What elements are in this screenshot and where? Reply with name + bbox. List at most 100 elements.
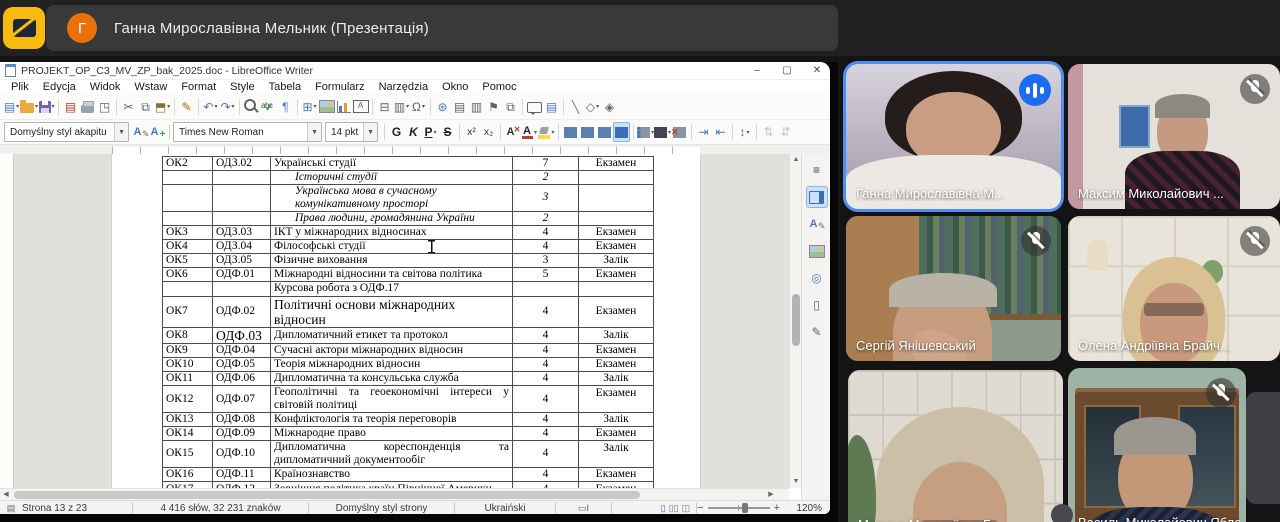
book-view-icon[interactable]: ◫ xyxy=(682,503,691,514)
cut-button[interactable]: ✂ xyxy=(120,97,137,117)
close-button[interactable]: ✕ xyxy=(810,65,824,76)
video-tile-1[interactable]: Ганна Мирославівна М... xyxy=(846,64,1061,209)
menu-item-pomoc[interactable]: Pomoc xyxy=(475,81,523,93)
zoom-in-button[interactable]: + xyxy=(774,502,780,514)
chevron-down-icon[interactable]: ▼ xyxy=(363,123,377,141)
strikethrough-button[interactable]: S xyxy=(439,122,456,142)
new-style-button[interactable] xyxy=(149,122,166,142)
zoom-slider-handle[interactable] xyxy=(742,503,748,513)
print-button[interactable] xyxy=(79,97,96,117)
underline-button[interactable]: P▾ xyxy=(422,122,439,142)
cross-reference-button[interactable]: ⧉ xyxy=(502,97,519,117)
spelling-button[interactable] xyxy=(260,97,277,117)
video-tile-6[interactable]: Василь Миколайович Ябло... xyxy=(1068,368,1246,522)
menu-item-style[interactable]: Style xyxy=(223,81,261,93)
redo-button[interactable]: ↷▾ xyxy=(219,97,236,117)
video-tile-5[interactable]: Марина Миколаївна Бє... xyxy=(848,370,1063,522)
endnote-button[interactable]: ▥ xyxy=(468,97,485,117)
update-style-button[interactable] xyxy=(132,122,149,142)
bullet-list-button[interactable]: ▾ xyxy=(637,122,654,142)
print-preview-button[interactable]: ◳ xyxy=(96,97,113,117)
align-justify-button[interactable] xyxy=(613,122,630,142)
clear-formatting-button[interactable] xyxy=(504,122,521,142)
bookmark-button[interactable]: ⚑ xyxy=(485,97,502,117)
menu-item-narzędzia[interactable]: Narzędzia xyxy=(372,81,436,93)
numbered-list-button[interactable]: ▾ xyxy=(654,122,671,142)
special-character-button[interactable]: Ω▾ xyxy=(410,97,427,117)
sidebar-tab-style-inspector[interactable]: ✎ xyxy=(806,321,828,343)
bold-button[interactable]: G xyxy=(388,122,405,142)
zoom-slider[interactable]: − + xyxy=(697,502,780,514)
presentation-app-badge[interactable] xyxy=(3,7,45,49)
menu-item-tabela[interactable]: Tabela xyxy=(262,81,308,93)
presentation-tile[interactable]: Г Ганна Мирославівна Мельник (Презентаці… xyxy=(46,5,838,51)
menu-item-format[interactable]: Format xyxy=(174,81,223,93)
vertical-scrollbar-thumb[interactable] xyxy=(792,294,800,346)
italic-button[interactable]: K xyxy=(405,122,422,142)
insert-line-button[interactable]: ╲ xyxy=(567,97,584,117)
sidebar-tab-styles[interactable] xyxy=(806,213,828,235)
video-tile-3[interactable]: Сергій Янішевський xyxy=(846,216,1061,361)
window-titlebar[interactable]: PROJEKT_OP_C3_MV_ZP_bak_2025.doc - Libre… xyxy=(0,62,830,80)
align-left-button[interactable] xyxy=(562,122,579,142)
sidebar-tab-sidebar-settings[interactable]: ≡ xyxy=(806,159,828,181)
insert-chart-button[interactable] xyxy=(335,97,352,117)
sidebar-tab-page[interactable]: ▯ xyxy=(806,294,828,316)
track-changes-button[interactable]: ▤ xyxy=(543,97,560,117)
more-tiles-indicator[interactable] xyxy=(1051,504,1073,522)
font-name-combo[interactable]: Times New Roman ▼ xyxy=(173,122,322,142)
subscript-button[interactable]: x₂ xyxy=(480,122,497,142)
zoom-out-button[interactable]: − xyxy=(697,502,703,514)
page-number-status[interactable]: Strona 13 z 23 xyxy=(22,501,132,514)
word-count-status[interactable]: 4 416 słów, 32 231 znaków xyxy=(133,501,308,514)
align-right-button[interactable] xyxy=(596,122,613,142)
menu-item-okno[interactable]: Okno xyxy=(435,81,475,93)
clone-formatting-button[interactable]: ✎ xyxy=(178,97,195,117)
video-tile-2[interactable]: Максим Миколайович ... xyxy=(1068,64,1280,209)
decrease-indent-button[interactable]: ⇤ xyxy=(712,122,729,142)
menu-item-widok[interactable]: Widok xyxy=(83,81,128,93)
menu-item-wstaw[interactable]: Wstaw xyxy=(127,81,174,93)
font-size-combo[interactable]: 14 pkt ▼ xyxy=(325,122,378,142)
footnote-button[interactable]: ▤ xyxy=(451,97,468,117)
menu-item-edycja[interactable]: Edycja xyxy=(36,81,83,93)
insert-textbox-button[interactable] xyxy=(352,97,369,117)
flowchart-shapes-button[interactable]: ◈ xyxy=(601,97,618,117)
insert-field-button[interactable]: ▥▾ xyxy=(393,97,410,117)
increase-indent-button[interactable]: ⇥ xyxy=(695,122,712,142)
multi-page-view-icon[interactable]: ▯▯ xyxy=(669,503,679,514)
chevron-down-icon[interactable]: ▼ xyxy=(307,123,321,141)
font-color-button[interactable]: ▾ xyxy=(521,122,538,142)
zoom-percentage[interactable]: 120% xyxy=(786,501,830,514)
new-document-button[interactable]: ▤▾ xyxy=(3,97,20,117)
sidebar-tab-gallery[interactable] xyxy=(806,240,828,262)
menu-item-plik[interactable]: Plik xyxy=(4,81,36,93)
page-style-status[interactable]: Domyślny styl strony xyxy=(309,501,454,514)
video-tile-4[interactable]: Олена Андріївна Брайч... xyxy=(1068,216,1280,361)
page-break-button[interactable]: ⊟ xyxy=(376,97,393,117)
comment-button[interactable] xyxy=(526,97,543,117)
language-status[interactable]: Ukraiński xyxy=(455,501,555,514)
maximize-button[interactable]: ▢ xyxy=(780,65,794,76)
next-participant-tile[interactable] xyxy=(1246,392,1280,504)
horizontal-scrollbar-thumb[interactable] xyxy=(14,491,640,499)
insert-image-button[interactable] xyxy=(318,97,335,117)
open-button[interactable]: ▾ xyxy=(20,97,38,117)
sidebar-tab-properties[interactable] xyxy=(806,186,828,208)
sidebar-tab-navigator[interactable]: ◎ xyxy=(806,267,828,289)
formatting-marks-button[interactable]: ¶ xyxy=(277,97,294,117)
highlight-color-button[interactable]: ▾ xyxy=(538,122,555,142)
undo-button[interactable]: ↶▾ xyxy=(202,97,219,117)
basic-shapes-button[interactable]: ◇▾ xyxy=(584,97,601,117)
paste-button[interactable]: ⬒▾ xyxy=(154,97,171,117)
selection-mode-icon[interactable]: ▭I xyxy=(556,501,611,514)
copy-button[interactable]: ⧉ xyxy=(137,97,154,117)
line-spacing-button[interactable]: ↕▾ xyxy=(736,122,753,142)
export-pdf-button[interactable]: ▤ xyxy=(62,97,79,117)
insert-table-button[interactable]: ⊞▾ xyxy=(301,97,318,117)
paragraph-style-combo[interactable]: Domyślny styl akapitu ▼ xyxy=(4,122,129,142)
save-button[interactable]: ▾ xyxy=(38,97,55,117)
hyperlink-button[interactable]: ⊛ xyxy=(434,97,451,117)
move-paragraph-down-button[interactable]: ⇵ xyxy=(777,122,794,142)
no-list-button[interactable] xyxy=(671,122,688,142)
